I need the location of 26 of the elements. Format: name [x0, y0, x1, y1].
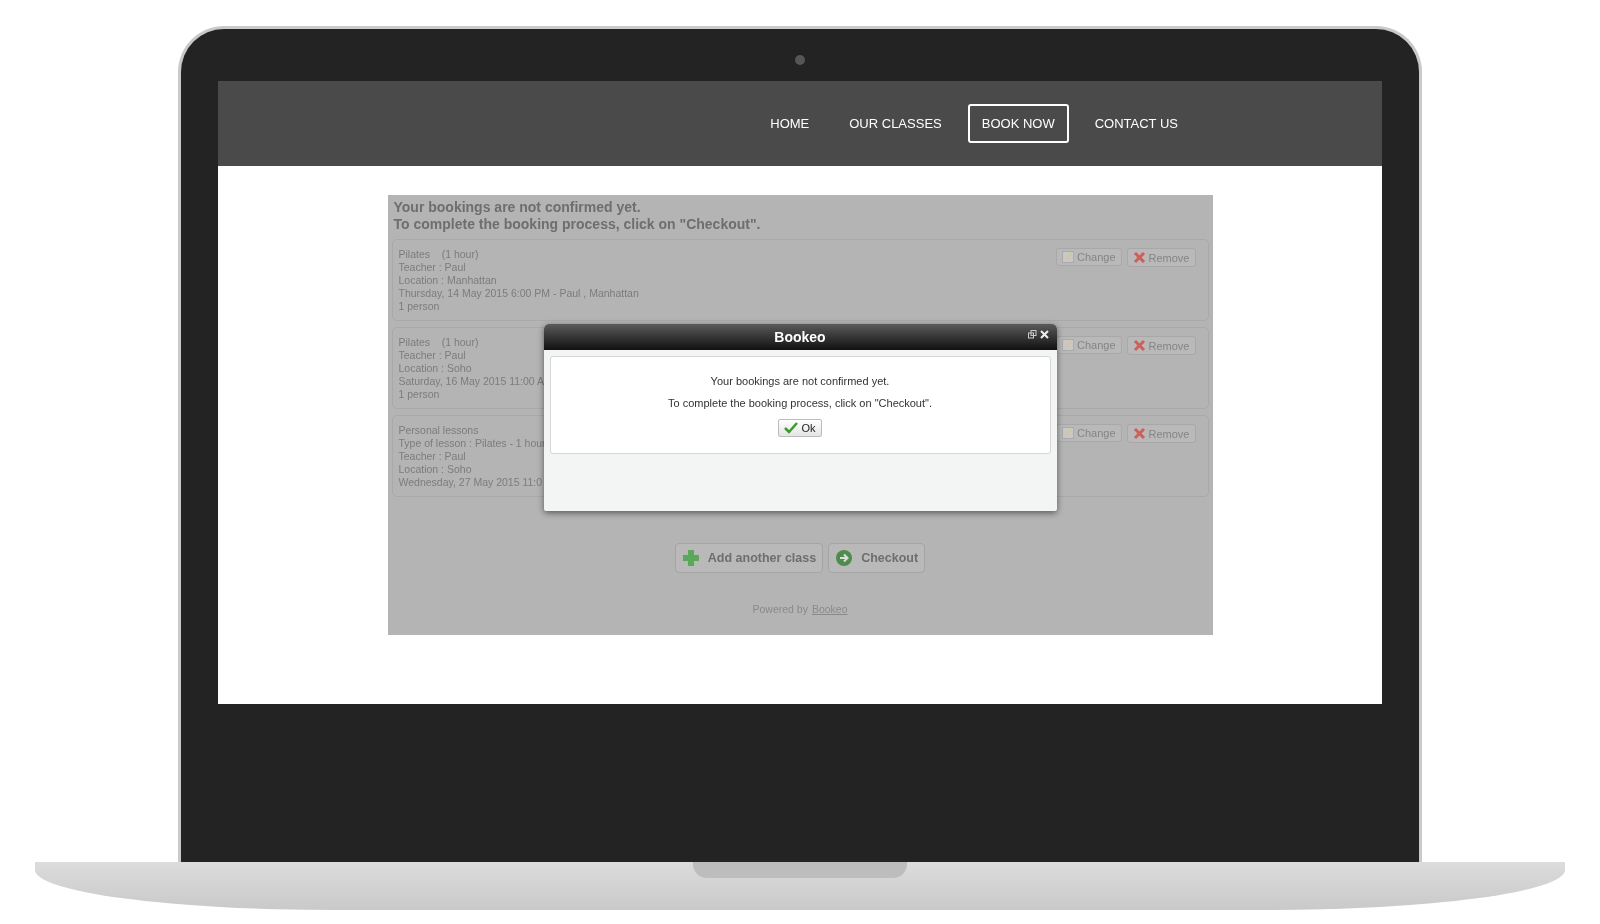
- close-icon: [1132, 251, 1146, 264]
- pencil-icon: [1062, 339, 1074, 351]
- booking-notice: To complete the booking process, click on "Checkout".: [392, 216, 762, 234]
- camera-dot: [795, 55, 805, 65]
- dialog-message: Your bookings are not confirmed yet.: [710, 375, 890, 387]
- plus-icon: [681, 549, 700, 567]
- close-icon: [1132, 339, 1146, 352]
- close-icon: [1132, 427, 1146, 440]
- restore-icon[interactable]: [1027, 330, 1037, 339]
- dialog-message: To complete the booking process, click on "Checkout".: [668, 397, 932, 409]
- nav-link[interactable]: BOOK NOW: [967, 104, 1069, 143]
- booking-notice: Your bookings are not confirmed yet.: [392, 199, 642, 216]
- arrow-circle-icon: [835, 549, 854, 567]
- pencil-icon: [1062, 427, 1074, 439]
- booking-detail: Personal lessons: [398, 424, 480, 437]
- check-icon: [784, 422, 799, 434]
- ok-button[interactable]: Ok: [778, 419, 822, 437]
- booking-detail: Location : Manhattan: [398, 274, 498, 287]
- nav-link[interactable]: HOME: [756, 104, 824, 143]
- checkout-button[interactable]: Checkout: [828, 543, 926, 573]
- close-icon[interactable]: [1039, 330, 1049, 339]
- nav-link[interactable]: CONTACT US: [1080, 104, 1192, 143]
- dialog-title: Bookeo: [774, 329, 826, 345]
- nav-link[interactable]: OUR CLASSES: [835, 104, 956, 143]
- add-class-button[interactable]: Add another class: [674, 543, 824, 573]
- pencil-icon: [1062, 251, 1074, 263]
